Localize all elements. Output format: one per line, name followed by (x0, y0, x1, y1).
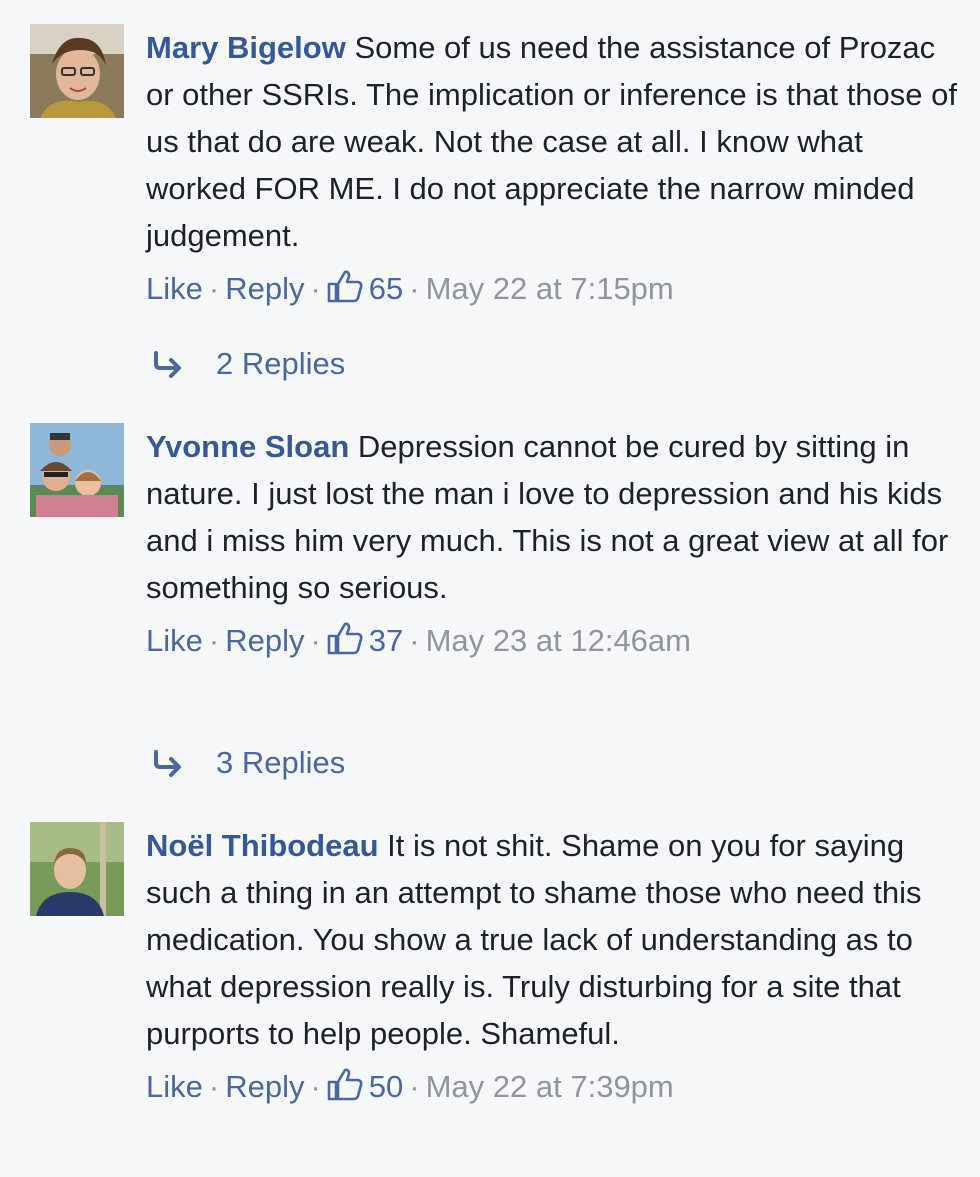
thumbs-up-icon[interactable] (327, 621, 363, 655)
reply-link[interactable]: Reply (225, 271, 304, 306)
like-link[interactable]: Like (146, 623, 203, 658)
replies-count-label[interactable]: 3 Replies (216, 745, 345, 780)
thumbs-up-icon[interactable] (327, 269, 363, 303)
comment-actions: Like · Reply · 50 · May 22 at 7:39pm (146, 1063, 961, 1110)
separator-dot: · (208, 1069, 220, 1104)
comment-author[interactable]: Mary Bigelow (146, 30, 346, 65)
timestamp[interactable]: May 22 at 7:39pm (426, 1069, 674, 1104)
replies-count-label[interactable]: 2 Replies (216, 346, 345, 381)
avatar[interactable] (30, 822, 124, 916)
avatar[interactable] (30, 24, 124, 118)
comment-author[interactable]: Noël Thibodeau (146, 828, 379, 863)
separator-dot: · (310, 623, 321, 658)
separator-dot: · (409, 271, 420, 306)
comment-body: Yvonne Sloan Depression cannot be cured … (146, 423, 961, 664)
like-link[interactable]: Like (146, 271, 203, 306)
separator-dot: · (310, 271, 321, 306)
avatar-photo (30, 24, 124, 118)
view-replies-link[interactable]: 2 Replies (152, 344, 345, 384)
separator-dot: · (208, 623, 220, 658)
avatar-photo (30, 822, 124, 916)
timestamp[interactable]: May 22 at 7:15pm (426, 271, 674, 306)
reply-link[interactable]: Reply (225, 623, 304, 658)
view-replies-link[interactable]: 3 Replies (152, 743, 345, 783)
reply-arrow-icon (152, 749, 186, 779)
comment-author[interactable]: Yvonne Sloan (146, 429, 349, 464)
reply-arrow-icon (152, 350, 186, 380)
timestamp[interactable]: May 23 at 12:46am (426, 623, 691, 658)
comment-body: Noël Thibodeau It is not shit. Shame on … (146, 822, 961, 1110)
avatar[interactable] (30, 423, 124, 517)
reply-link[interactable]: Reply (225, 1069, 304, 1104)
like-count[interactable]: 37 (369, 623, 403, 658)
thumbs-up-icon[interactable] (327, 1067, 363, 1101)
avatar-photo (30, 423, 124, 517)
like-link[interactable]: Like (146, 1069, 203, 1104)
like-count[interactable]: 50 (369, 1069, 403, 1104)
separator-dot: · (310, 1069, 321, 1104)
comment-actions: Like · Reply · 37 · May 23 at 12:46am (146, 617, 961, 664)
like-count[interactable]: 65 (369, 271, 403, 306)
separator-dot: · (409, 1069, 420, 1104)
comment-actions: Like · Reply · 65 · May 22 at 7:15pm (146, 265, 961, 312)
separator-dot: · (409, 623, 420, 658)
comments-list: Mary Bigelow Some of us need the assista… (0, 0, 980, 1177)
separator-dot: · (208, 271, 220, 306)
comment-body: Mary Bigelow Some of us need the assista… (146, 24, 961, 312)
